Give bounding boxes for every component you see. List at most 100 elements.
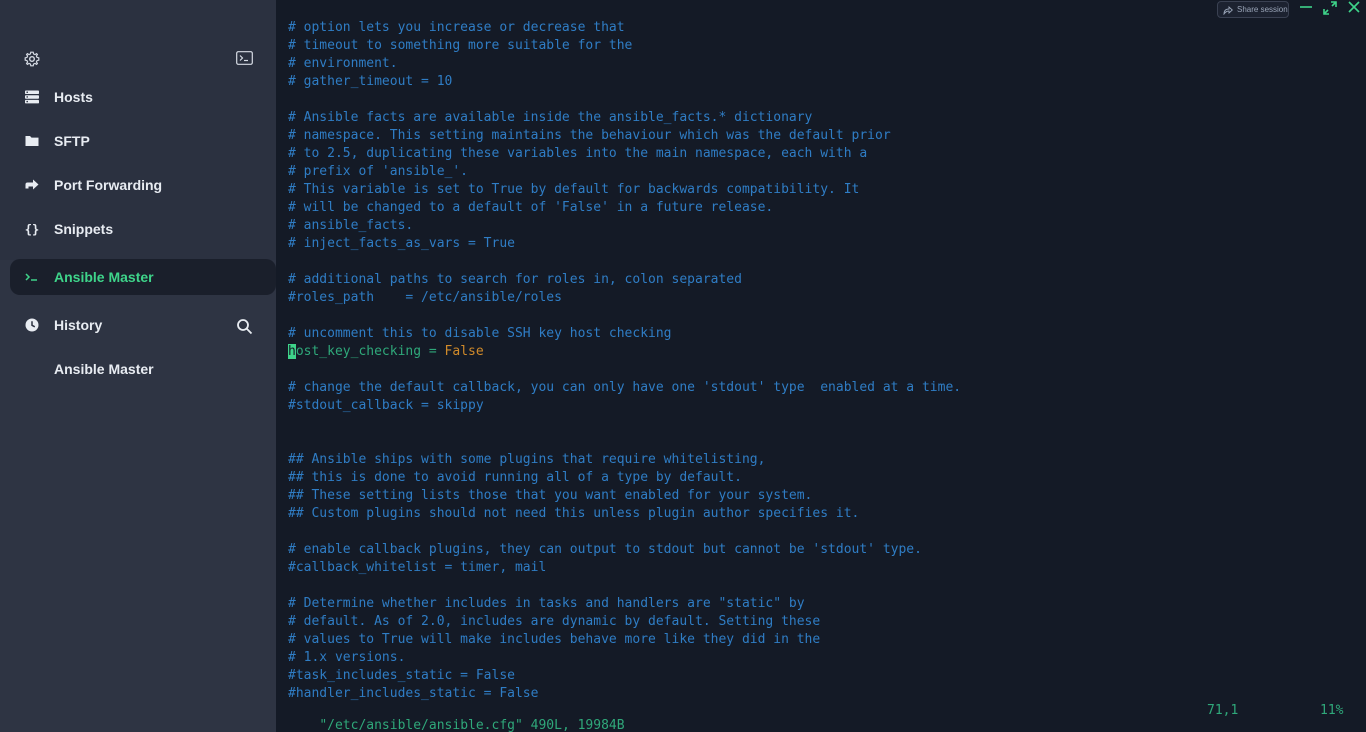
terminal-line: # additional paths to search for roles i… bbox=[288, 271, 961, 289]
gear-icon[interactable] bbox=[24, 51, 40, 67]
terminal-prompt-icon bbox=[25, 273, 37, 281]
terminal-line: # prefix of 'ansible_'. bbox=[288, 163, 961, 181]
folder-icon bbox=[25, 136, 39, 146]
terminal-line: # environment. bbox=[288, 55, 961, 73]
terminal-line: ## Ansible ships with some plugins that … bbox=[288, 451, 961, 469]
line-text: # additional paths to search for roles i… bbox=[288, 272, 742, 287]
line-text: # prefix of 'ansible_'. bbox=[288, 164, 469, 179]
port-forward-icon bbox=[25, 179, 39, 190]
search-icon[interactable] bbox=[236, 318, 253, 335]
status-file: "/etc/ansible/ansible.cfg" 490L, 19984B bbox=[319, 718, 625, 732]
status-percent: 11% bbox=[1320, 703, 1344, 718]
line-text: ## These setting lists those that you wa… bbox=[288, 488, 813, 503]
clock-icon bbox=[25, 318, 39, 332]
terminal-line: # default. As of 2.0, includes are dynam… bbox=[288, 613, 961, 631]
status-position: 71,1 bbox=[1207, 703, 1239, 718]
line-text: #stdout_callback = skippy bbox=[288, 398, 484, 413]
sidebar-item-label: SFTP bbox=[54, 133, 90, 149]
terminal-line: # will be changed to a default of 'False… bbox=[288, 199, 961, 217]
terminal-line: # option lets you increase or decrease t… bbox=[288, 19, 961, 37]
fullscreen-icon[interactable] bbox=[1322, 0, 1338, 16]
line-text: # default. As of 2.0, includes are dynam… bbox=[288, 614, 821, 629]
terminal-line: # enable callback plugins, they can outp… bbox=[288, 541, 961, 559]
sidebar-item-label: History bbox=[54, 317, 103, 333]
line-text: # namespace. This setting maintains the … bbox=[288, 128, 891, 143]
line-text: # inject_facts_as_vars = True bbox=[288, 236, 515, 251]
line-text: # ansible_facts. bbox=[288, 218, 414, 233]
line-text: # option lets you increase or decrease t… bbox=[288, 20, 625, 35]
line-text: # uncomment this to disable SSH key host… bbox=[288, 326, 672, 341]
terminal-line: # gather_timeout = 10 bbox=[288, 73, 961, 91]
sidebar-item-label: Snippets bbox=[54, 221, 114, 237]
terminal-line: # Ansible facts are available inside the… bbox=[288, 109, 961, 127]
sidebar-toolbar bbox=[0, 48, 276, 70]
line-text: # 1.x versions. bbox=[288, 650, 406, 665]
minimize-icon[interactable] bbox=[1298, 0, 1314, 16]
sidebar-item-hosts[interactable]: Hosts bbox=[10, 79, 276, 115]
line-text: # change the default callback, you can o… bbox=[288, 380, 962, 395]
terminal-line: #handler_includes_static = False bbox=[288, 685, 961, 703]
terminal-icon[interactable] bbox=[236, 51, 253, 65]
terminal-line: # timeout to something more suitable for… bbox=[288, 37, 961, 55]
line-text: # to 2.5, duplicating these variables in… bbox=[288, 146, 868, 161]
line-text: # enable callback plugins, they can outp… bbox=[288, 542, 922, 557]
history-item-label: Ansible Master bbox=[54, 361, 154, 377]
terminal-line: # This variable is set to True by defaul… bbox=[288, 181, 961, 199]
hosts-icon bbox=[25, 90, 39, 104]
terminal-line: #callback_whitelist = timer, mail bbox=[288, 559, 961, 577]
terminal-line: # 1.x versions. bbox=[288, 649, 961, 667]
svg-text:{}: {} bbox=[25, 223, 39, 237]
line-text: ## Custom plugins should not need this u… bbox=[288, 506, 860, 521]
line-text: ## Ansible ships with some plugins that … bbox=[288, 452, 766, 467]
sidebar-item-label: Hosts bbox=[54, 89, 93, 105]
line-text: # Ansible facts are available inside the… bbox=[288, 110, 813, 125]
terminal-line: ## These setting lists those that you wa… bbox=[288, 487, 961, 505]
line-text: #callback_whitelist = timer, mail bbox=[288, 560, 547, 575]
terminal-line: # uncomment this to disable SSH key host… bbox=[288, 325, 961, 343]
line-text: #handler_includes_static = False bbox=[288, 686, 539, 701]
terminal-view[interactable]: # option lets you increase or decrease t… bbox=[276, 0, 1366, 732]
terminal-line: # change the default callback, you can o… bbox=[288, 379, 961, 397]
terminal-line: # to 2.5, duplicating these variables in… bbox=[288, 145, 961, 163]
line-text: # timeout to something more suitable for… bbox=[288, 38, 633, 53]
terminal-line: ## Custom plugins should not need this u… bbox=[288, 505, 961, 523]
terminal-line: #stdout_callback = skippy bbox=[288, 397, 961, 415]
line-text: # values to True will make includes beha… bbox=[288, 632, 821, 647]
terminal-line: ## this is done to avoid running all of … bbox=[288, 469, 961, 487]
terminal-line: # ansible_facts. bbox=[288, 217, 961, 235]
terminal-output: # option lets you increase or decrease t… bbox=[288, 19, 961, 703]
terminal-line: # namespace. This setting maintains the … bbox=[288, 127, 961, 145]
sidebar-item-sftp[interactable]: SFTP bbox=[10, 123, 276, 159]
line-text: ## this is done to avoid running all of … bbox=[288, 470, 742, 485]
terminal-line: # values to True will make includes beha… bbox=[288, 631, 961, 649]
line-text: # This variable is set to True by defaul… bbox=[288, 182, 860, 197]
vim-status-line: "/etc/ansible/ansible.cfg" 490L, 19984B … bbox=[288, 703, 1348, 732]
line-text: # gather_timeout = 10 bbox=[288, 74, 453, 89]
line-text: # Determine whether includes in tasks an… bbox=[288, 596, 805, 611]
line-text: # will be changed to a default of 'False… bbox=[288, 200, 774, 215]
share-icon bbox=[1223, 5, 1233, 15]
line-text: #roles_path = /etc/ansible/roles bbox=[288, 290, 562, 305]
line-text: #task_includes_static = False bbox=[288, 668, 515, 683]
terminal-line: #task_includes_static = False bbox=[288, 667, 961, 685]
sidebar-item-ansible-master[interactable]: Ansible Master bbox=[10, 259, 276, 295]
sidebar-item-port-forwarding[interactable]: Port Forwarding bbox=[10, 167, 276, 203]
close-icon[interactable] bbox=[1346, 0, 1362, 16]
braces-icon: {} bbox=[25, 223, 39, 237]
terminal-line: host_key_checking = False bbox=[288, 343, 961, 361]
line-text: # environment. bbox=[288, 56, 398, 71]
sidebar-item-label: Port Forwarding bbox=[54, 177, 163, 193]
share-session-button[interactable]: Share session bbox=[1217, 1, 1289, 18]
terminal-line: # inject_facts_as_vars = True bbox=[288, 235, 961, 253]
share-session-label: Share session bbox=[1237, 5, 1288, 14]
sidebar-item-snippets[interactable]: {} Snippets bbox=[10, 211, 276, 247]
terminal-line: # Determine whether includes in tasks an… bbox=[288, 595, 961, 613]
sidebar: Hosts SFTP Port Forwarding {} Snippets A… bbox=[0, 0, 276, 732]
history-item-ansible-master[interactable]: Ansible Master bbox=[10, 351, 276, 387]
